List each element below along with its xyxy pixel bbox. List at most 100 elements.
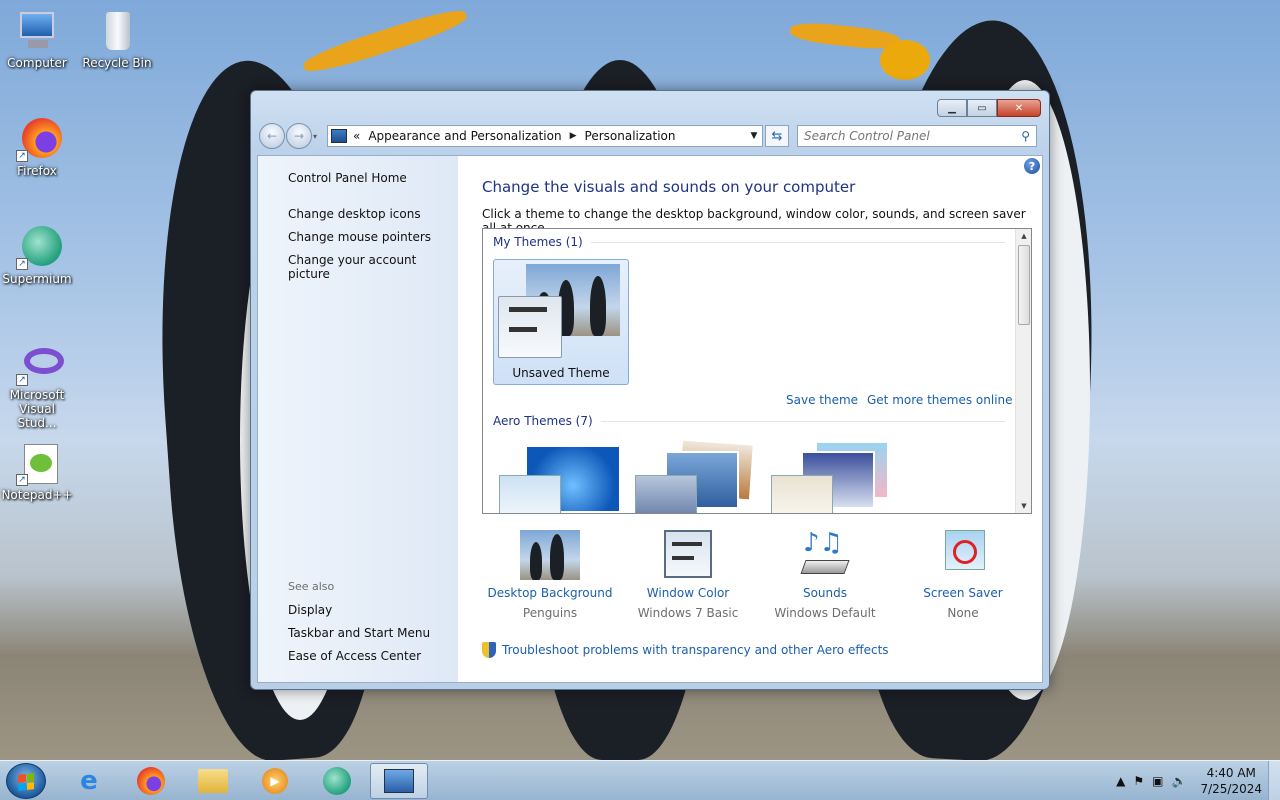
- theme-name: Unsaved Theme: [512, 366, 610, 380]
- forward-button[interactable]: →: [286, 123, 312, 149]
- screen-saver-setting[interactable]: Screen Saver None: [893, 530, 1033, 620]
- troubleshoot-link[interactable]: Troubleshoot problems with transparency …: [502, 643, 889, 657]
- theme-list: My Themes (1) Unsaved Theme Save theme G…: [482, 228, 1032, 514]
- window-color-value: Windows 7 Basic: [637, 606, 739, 620]
- control-panel-icon: [384, 769, 414, 793]
- firefox-icon: ↗: [14, 116, 62, 162]
- taskbar: e ▶ ▲ ⚑ ▣ 🔈 4:40 AM 7/25/2024: [0, 760, 1280, 800]
- aero-theme-architecture[interactable]: [633, 438, 759, 513]
- visual-studio-icon: ↗: [14, 340, 64, 386]
- firefox-icon: [137, 767, 165, 795]
- windows-logo-icon: [18, 773, 34, 791]
- search-box[interactable]: ⚲: [797, 125, 1037, 147]
- taskbar-file-explorer[interactable]: [184, 763, 242, 799]
- search-input[interactable]: [804, 129, 1022, 143]
- breadcrumb-appearance[interactable]: Appearance and Personalization: [368, 129, 561, 143]
- screen-saver-icon: [933, 530, 993, 580]
- desktop-icon-computer[interactable]: Computer: [0, 8, 74, 70]
- troubleshoot-row: Troubleshoot problems with transparency …: [482, 642, 889, 658]
- sounds-setting[interactable]: ♪♫ Sounds Windows Default: [755, 530, 895, 620]
- sounds-link[interactable]: Sounds: [755, 586, 895, 600]
- screen-saver-link[interactable]: Screen Saver: [893, 586, 1033, 600]
- scroll-up-icon[interactable]: ▲: [1016, 232, 1031, 240]
- see-also-taskbar-link[interactable]: Taskbar and Start Menu: [288, 626, 430, 640]
- file-explorer-icon: [198, 769, 228, 793]
- show-desktop-button[interactable]: [1268, 761, 1280, 800]
- action-center-flag-icon[interactable]: ⚑: [1133, 774, 1144, 788]
- help-icon[interactable]: ?: [1024, 158, 1040, 174]
- desktop-icon-recycle-bin[interactable]: Recycle Bin: [80, 8, 154, 70]
- network-icon[interactable]: ▣: [1152, 774, 1163, 788]
- volume-muted-icon[interactable]: 🔈: [1172, 774, 1187, 788]
- taskbar-control-panel[interactable]: [370, 763, 428, 799]
- change-desktop-icons-link[interactable]: Change desktop icons: [288, 207, 421, 221]
- breadcrumb-overflow[interactable]: «: [353, 129, 360, 143]
- clock-date: 7/25/2024: [1200, 782, 1262, 796]
- start-button[interactable]: [6, 763, 46, 799]
- window-color-preview: [498, 296, 562, 358]
- taskbar-media-player[interactable]: ▶: [246, 763, 304, 799]
- sounds-value: Windows Default: [774, 606, 876, 620]
- system-tray: ▲ ⚑ ▣ 🔈 4:40 AM 7/25/2024: [1108, 761, 1262, 800]
- window-color-setting[interactable]: Window Color Windows 7 Basic: [618, 530, 758, 620]
- aero-theme-characters[interactable]: [769, 441, 895, 513]
- recycle-bin-icon: [94, 8, 140, 54]
- desktop-background-value: Penguins: [522, 606, 578, 620]
- control-panel-icon: [331, 129, 347, 143]
- aero-theme-windows7[interactable]: [497, 447, 623, 513]
- left-pane: Control Panel Home Change desktop icons …: [258, 156, 458, 682]
- see-also-display-link[interactable]: Display: [288, 603, 332, 617]
- desktop-icon-firefox[interactable]: ↗ Firefox: [0, 116, 74, 178]
- address-dropdown-icon[interactable]: ▼: [746, 131, 762, 141]
- change-mouse-pointers-link[interactable]: Change mouse pointers: [288, 230, 431, 244]
- maximize-button[interactable]: ▭: [967, 99, 997, 117]
- breadcrumb-personalization[interactable]: Personalization: [585, 129, 676, 143]
- scroll-thumb[interactable]: [1018, 245, 1030, 325]
- window-color-link[interactable]: Window Color: [618, 586, 758, 600]
- internet-explorer-icon: e: [80, 766, 98, 796]
- computer-icon: [14, 8, 60, 54]
- get-more-themes-link[interactable]: Get more themes online: [867, 393, 1013, 407]
- clock[interactable]: 4:40 AM 7/25/2024: [1200, 765, 1262, 797]
- page-title: Change the visuals and sounds on your co…: [482, 178, 856, 196]
- address-bar[interactable]: « Appearance and Personalization ▶ Perso…: [327, 125, 763, 147]
- supermium-icon: [323, 767, 351, 795]
- control-panel-home-link[interactable]: Control Panel Home: [288, 171, 407, 185]
- screen-saver-value: None: [947, 606, 979, 620]
- show-hidden-icons-icon[interactable]: ▲: [1116, 774, 1125, 788]
- search-icon[interactable]: ⚲: [1021, 129, 1030, 143]
- taskbar-supermium[interactable]: [308, 763, 366, 799]
- my-themes-header[interactable]: My Themes (1): [493, 235, 1005, 249]
- theme-list-scrollbar[interactable]: ▲ ▼: [1015, 229, 1031, 513]
- sounds-icon: ♪♫: [795, 530, 855, 580]
- see-also-ease-of-access-link[interactable]: Ease of Access Center: [288, 649, 421, 663]
- window-color-icon: [658, 530, 718, 580]
- desktop-icon-visual-studio[interactable]: ↗ Microsoft Visual Stud...: [0, 340, 74, 430]
- see-also-heading: See also: [288, 580, 335, 593]
- media-player-icon: ▶: [262, 768, 288, 794]
- recent-pages-dropdown[interactable]: ▾: [313, 132, 323, 141]
- back-button[interactable]: ←: [259, 123, 285, 149]
- taskbar-internet-explorer[interactable]: e: [60, 763, 118, 799]
- desktop-background-setting[interactable]: Desktop Background Penguins: [480, 530, 620, 620]
- content-area: Control Panel Home Change desktop icons …: [257, 155, 1043, 683]
- close-button[interactable]: ✕: [997, 99, 1041, 117]
- desktop-icon-supermium[interactable]: ↗ Supermium: [0, 224, 74, 286]
- refresh-button[interactable]: ⇆: [765, 125, 789, 147]
- aero-themes-header[interactable]: Aero Themes (7): [493, 414, 1005, 428]
- scroll-down-icon[interactable]: ▼: [1016, 502, 1031, 510]
- breadcrumb-arrow-icon[interactable]: ▶: [570, 131, 577, 141]
- shield-icon: [482, 642, 496, 658]
- clock-time: 4:40 AM: [1206, 766, 1256, 780]
- theme-tile-unsaved[interactable]: Unsaved Theme: [493, 259, 629, 385]
- desktop-background-icon: [520, 530, 580, 580]
- desktop-background-link[interactable]: Desktop Background: [480, 586, 620, 600]
- change-account-picture-link[interactable]: Change your account picture: [288, 253, 458, 281]
- navigation-bar: ← → ▾ « Appearance and Personalization ▶…: [259, 123, 1041, 149]
- personalization-window: ▁ ▭ ✕ ← → ▾ « Appearance and Personaliza…: [250, 90, 1050, 690]
- taskbar-firefox[interactable]: [122, 763, 180, 799]
- minimize-button[interactable]: ▁: [937, 99, 967, 117]
- save-theme-link[interactable]: Save theme: [786, 393, 858, 407]
- notepadpp-icon: ↗: [14, 440, 60, 486]
- desktop-icon-notepadpp[interactable]: ↗ Notepad++: [0, 440, 74, 502]
